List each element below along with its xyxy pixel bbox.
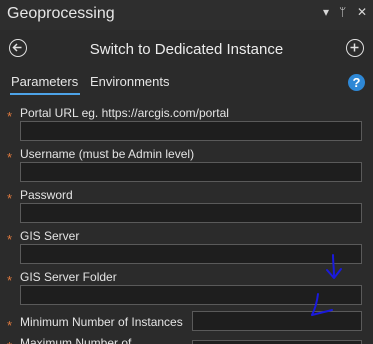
add-button[interactable] [346,39,364,57]
tool-tabs: Parameters Environments ? [0,72,373,96]
active-tab-indicator [10,93,80,95]
portal-url-field[interactable] [20,121,362,141]
geoprocessing-pane: Geoprocessing ▾ ᛘ ✕ Switch to Dedicated … [0,0,373,344]
username-field[interactable] [20,162,362,182]
required-marker: * [7,318,13,333]
pin-icon[interactable]: ᛘ [339,5,346,19]
tab-parameters[interactable]: Parameters [11,74,78,89]
tab-environments[interactable]: Environments [90,74,169,89]
required-marker: * [7,273,13,288]
annotation-arrow-down-left-icon [311,293,333,316]
username-label: Username (must be Admin level) [20,147,195,161]
required-marker: * [7,232,13,247]
required-marker: * [7,191,13,206]
min-instances-label: Minimum Number of Instances [20,315,183,329]
portal-url-label: Portal URL eg. https://arcgis.com/portal [20,106,229,120]
password-field[interactable] [20,203,362,223]
add-icon [350,43,359,52]
min-instances-field[interactable] [192,311,362,331]
pane-title: Geoprocessing [7,5,115,22]
annotation-arrow-down-icon [326,254,342,279]
required-marker: * [7,150,13,165]
max-instances-label: Maximum Number of [20,336,132,344]
pane-options-dropdown[interactable]: ▾ [323,5,329,19]
help-icon[interactable]: ? [348,74,365,91]
gis-server-folder-label: GIS Server Folder [20,270,117,284]
gis-server-label: GIS Server [20,229,80,243]
tool-title: Switch to Dedicated Instance [89,41,284,58]
close-icon[interactable]: ✕ [357,5,367,19]
max-instances-field[interactable] [192,340,362,344]
required-marker: * [7,109,13,124]
gis-server-field[interactable] [20,244,362,264]
password-label: Password [20,188,73,202]
tool-header: Switch to Dedicated Instance [0,34,373,64]
pane-titlebar: Geoprocessing ▾ ᛘ ✕ [0,0,373,30]
